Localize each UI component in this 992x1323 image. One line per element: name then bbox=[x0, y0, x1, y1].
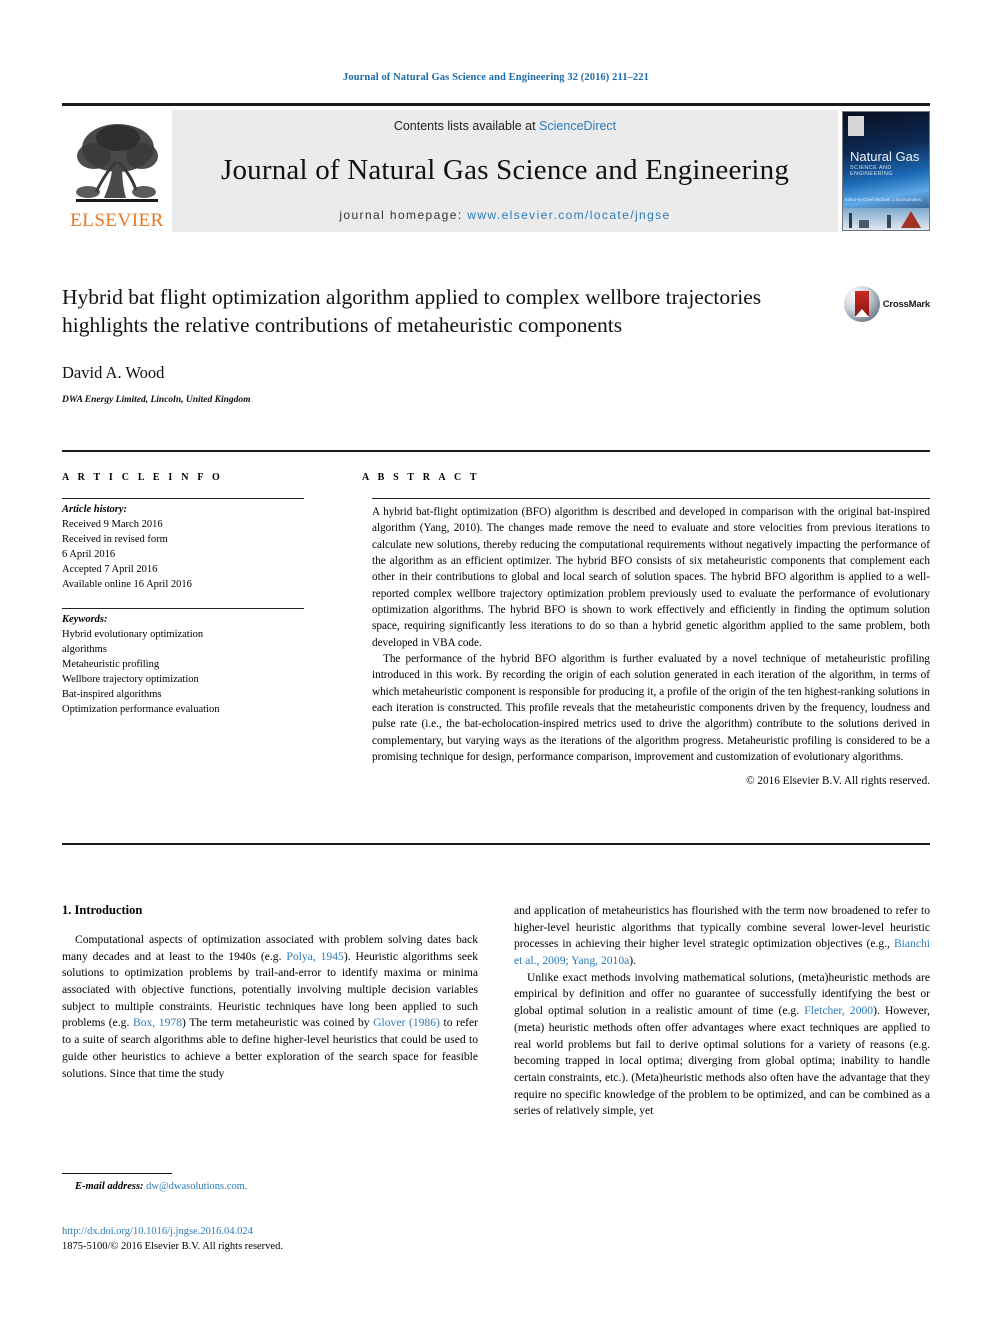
masthead-center: Contents lists available at ScienceDirec… bbox=[172, 110, 838, 232]
issn-copyright-line: 1875-5100/© 2016 Elsevier B.V. All right… bbox=[62, 1241, 283, 1253]
keyword-item: Bat-inspired algorithms bbox=[62, 688, 162, 700]
citation-glover-1986[interactable]: Glover (1986) bbox=[373, 1016, 440, 1029]
body-column-right: and application of metaheuristics has fl… bbox=[514, 903, 930, 1120]
page-title: Hybrid bat flight optimization algorithm… bbox=[62, 285, 762, 338]
sciencedirect-link[interactable]: ScienceDirect bbox=[539, 119, 616, 133]
abstract-paragraph-2: The performance of the hybrid BFO algori… bbox=[372, 653, 930, 764]
elsevier-wordmark: ELSEVIER bbox=[70, 210, 164, 231]
keyword-item: Hybrid evolutionary optimization bbox=[62, 629, 204, 641]
cover-rig-icon-1 bbox=[849, 213, 852, 228]
homepage-prefix: journal homepage: bbox=[339, 208, 468, 222]
body-columns: 1. Introduction Computational aspects of… bbox=[62, 903, 930, 1120]
citation-fletcher-2000[interactable]: Fletcher, 2000 bbox=[804, 1004, 873, 1017]
contents-available-line: Contents lists available at ScienceDirec… bbox=[394, 119, 616, 133]
abstract-column: A hybrid bat-flight optimization (BFO) a… bbox=[372, 498, 930, 789]
article-info-heading: A R T I C L E I N F O bbox=[62, 472, 223, 483]
footnote-rule bbox=[62, 1173, 172, 1174]
title-block: Hybrid bat flight optimization algorithm… bbox=[62, 283, 930, 405]
paper-page: Journal of Natural Gas Science and Engin… bbox=[0, 0, 992, 1323]
crossmark-ribbon-icon bbox=[854, 291, 869, 317]
keyword-item: algorithms bbox=[62, 644, 107, 656]
abstract-paragraph-1: A hybrid bat-flight optimization (BFO) a… bbox=[372, 506, 930, 649]
history-item: Accepted 7 April 2016 bbox=[62, 563, 158, 575]
history-item: Available online 16 April 2016 bbox=[62, 578, 192, 590]
article-info-column: Article history: Received 9 March 2016 R… bbox=[62, 498, 304, 718]
keywords-label: Keywords: bbox=[62, 614, 108, 626]
cover-rig-icon-4 bbox=[901, 211, 921, 228]
cover-editor: Editor-in-Chief Michael J. Economides bbox=[844, 197, 921, 203]
keyword-item: Metaheuristic profiling bbox=[62, 659, 160, 671]
email-link[interactable]: dw@dwasolutions.com. bbox=[146, 1181, 247, 1192]
cover-rig-icon-3 bbox=[887, 215, 891, 228]
intro-text-c: ) The term metaheuristic was coined by bbox=[182, 1016, 374, 1030]
right-text-b: ). bbox=[629, 954, 637, 968]
email-footnote: E-mail address: dw@dwasolutions.com. bbox=[62, 1181, 478, 1192]
keyword-item: Optimization performance evaluation bbox=[62, 703, 220, 715]
right-paragraph-1: and application of metaheuristics has fl… bbox=[514, 903, 930, 970]
history-item: Received in revised form bbox=[62, 533, 168, 545]
abstract-copyright: © 2016 Elsevier B.V. All rights reserved… bbox=[746, 774, 930, 787]
elsevier-tree-icon bbox=[74, 118, 160, 210]
author-affiliation: DWA Energy Limited, Lincoln, United King… bbox=[62, 394, 251, 405]
keyword-item: Wellbore trajectory optimization bbox=[62, 674, 199, 686]
cover-title: Natural Gas bbox=[850, 149, 920, 164]
cover-rig-icon-2 bbox=[859, 220, 869, 228]
section-heading-introduction: 1. Introduction bbox=[62, 903, 143, 917]
intro-paragraph-left: Computational aspects of optimization as… bbox=[62, 932, 478, 1082]
footnote-block: E-mail address: dw@dwasolutions.com. bbox=[62, 1173, 478, 1192]
history-item: 6 April 2016 bbox=[62, 548, 116, 560]
citation-box-1978[interactable]: Box, 1978 bbox=[133, 1016, 182, 1029]
info-abstract-headings: A R T I C L E I N F O A B S T R A C T bbox=[62, 472, 930, 483]
abstract-top-rule bbox=[62, 450, 930, 452]
article-history-label: Article history: bbox=[62, 504, 128, 515]
journal-homepage-line: journal homepage: www.elsevier.com/locat… bbox=[339, 208, 670, 222]
journal-title: Journal of Natural Gas Science and Engin… bbox=[220, 154, 790, 186]
crossmark-label: CrossMark bbox=[882, 298, 931, 310]
author-name: David A. Wood bbox=[62, 362, 165, 382]
right-paragraph-2: Unlike exact methods involving mathemati… bbox=[514, 970, 930, 1120]
crossmark-block[interactable]: CrossMark bbox=[838, 283, 930, 322]
contents-prefix: Contents lists available at bbox=[393, 119, 540, 133]
elsevier-logo: ELSEVIER bbox=[62, 110, 172, 232]
cover-subtitle: SCIENCE AND ENGINEERING bbox=[850, 165, 893, 177]
email-label: E-mail address: bbox=[75, 1181, 144, 1192]
running-head: Journal of Natural Gas Science and Engin… bbox=[343, 72, 649, 83]
journal-cover-thumbnail: Natural Gas SCIENCE AND ENGINEERING Edit… bbox=[842, 111, 930, 231]
abstract-body: A hybrid bat-flight optimization (BFO) a… bbox=[372, 499, 930, 789]
cover-elsevier-box-icon bbox=[848, 116, 864, 136]
article-history-block: Article history: Received 9 March 2016 R… bbox=[62, 499, 304, 592]
doi-link[interactable]: http://dx.doi.org/10.1016/j.jngse.2016.0… bbox=[62, 1224, 562, 1239]
abstract-heading: A B S T R A C T bbox=[362, 472, 480, 483]
journal-cover-block: Natural Gas SCIENCE AND ENGINEERING Edit… bbox=[838, 110, 930, 232]
right-text-d: ). However, (meta) heuristic methods oft… bbox=[514, 1004, 930, 1118]
abstract-bottom-rule bbox=[62, 843, 930, 845]
right-text-a: and application of metaheuristics has fl… bbox=[514, 904, 930, 951]
homepage-url-link[interactable]: www.elsevier.com/locate/jngse bbox=[467, 208, 670, 222]
footer-block: http://dx.doi.org/10.1016/j.jngse.2016.0… bbox=[62, 1224, 562, 1254]
journal-masthead: ELSEVIER Contents lists available at Sci… bbox=[62, 103, 930, 232]
crossmark-icon[interactable] bbox=[843, 286, 880, 322]
citation-polya-1945[interactable]: Polya, 1945 bbox=[286, 950, 343, 963]
history-item: Received 9 March 2016 bbox=[62, 518, 163, 530]
keywords-block: Keywords: Hybrid evolutionary optimizati… bbox=[62, 609, 304, 717]
body-column-left: 1. Introduction Computational aspects of… bbox=[62, 903, 478, 1120]
title-text-group: Hybrid bat flight optimization algorithm… bbox=[62, 283, 838, 405]
